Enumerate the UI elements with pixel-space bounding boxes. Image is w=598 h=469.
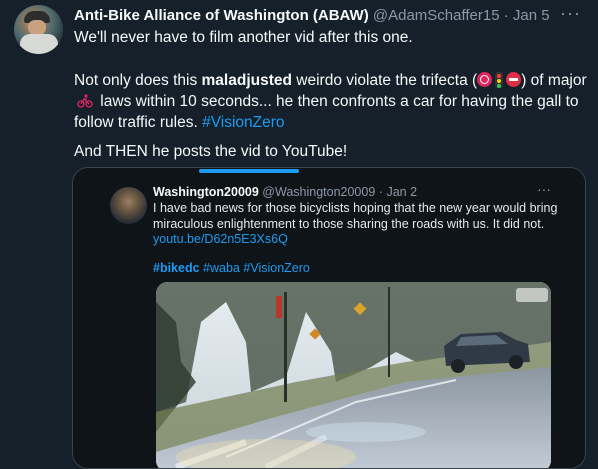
embed-accent-bar bbox=[199, 169, 299, 173]
embedded-date[interactable]: Jan 2 bbox=[386, 185, 417, 199]
embedded-author-name[interactable]: Washington20009 bbox=[153, 185, 259, 199]
embedded-tweet-card[interactable]: Washington20009 @Washington20009 · Jan 2… bbox=[72, 167, 586, 469]
stop-sign-icon bbox=[477, 72, 493, 87]
tweet-text-paragraph: Not only does this maladjusted weirdo vi… bbox=[74, 72, 587, 131]
separator-dot: · bbox=[503, 7, 509, 24]
embedded-hashtags: #bikedc #waba #VisionZero bbox=[153, 261, 310, 275]
tweet-header: Anti-Bike Alliance of Washington (ABAW) … bbox=[74, 7, 584, 27]
author-name[interactable]: Anti-Bike Alliance of Washington (ABAW) bbox=[74, 7, 369, 24]
avatar-shirt bbox=[20, 34, 58, 54]
traffic-light-icon bbox=[495, 72, 504, 88]
hashtag-bikedc[interactable]: #bikedc bbox=[153, 261, 200, 275]
embedded-more-icon[interactable]: ··· bbox=[537, 181, 551, 197]
hashtag-visionzero-embedded[interactable]: #VisionZero bbox=[243, 261, 309, 275]
video-scene bbox=[156, 282, 551, 468]
tweet-text-line-1: We'll never have to film another vid aft… bbox=[74, 29, 413, 46]
tweet-text-line-4: And THEN he posts the vid to YouTube! bbox=[74, 143, 348, 160]
embedded-tweet-text: I have bad news for those bicyclists hop… bbox=[153, 201, 558, 231]
hashtag-waba[interactable]: #waba bbox=[203, 261, 240, 275]
embedded-author-handle[interactable]: @Washington20009 bbox=[262, 185, 375, 199]
no-entry-icon bbox=[506, 72, 522, 87]
video-thumbnail[interactable] bbox=[156, 282, 551, 468]
avatar-face bbox=[28, 20, 46, 35]
embedded-youtube-link[interactable]: youtu.be/D62n5E3Xs6Q bbox=[153, 232, 288, 246]
more-options-icon[interactable]: ··· bbox=[560, 3, 581, 24]
tweet-date[interactable]: Jan 5 bbox=[513, 7, 550, 24]
bold-word: maladjusted bbox=[201, 72, 292, 89]
cyclist-icon bbox=[77, 94, 93, 108]
author-avatar[interactable] bbox=[14, 5, 63, 54]
embedded-tweet-header: Washington20009 @Washington20009 · Jan 2 bbox=[153, 185, 417, 199]
hashtag-visionzero[interactable]: #VisionZero bbox=[202, 114, 284, 131]
embedded-author-avatar[interactable] bbox=[110, 187, 147, 224]
embedded-separator: · bbox=[378, 185, 383, 199]
author-handle[interactable]: @AdamSchaffer15 bbox=[373, 7, 500, 24]
